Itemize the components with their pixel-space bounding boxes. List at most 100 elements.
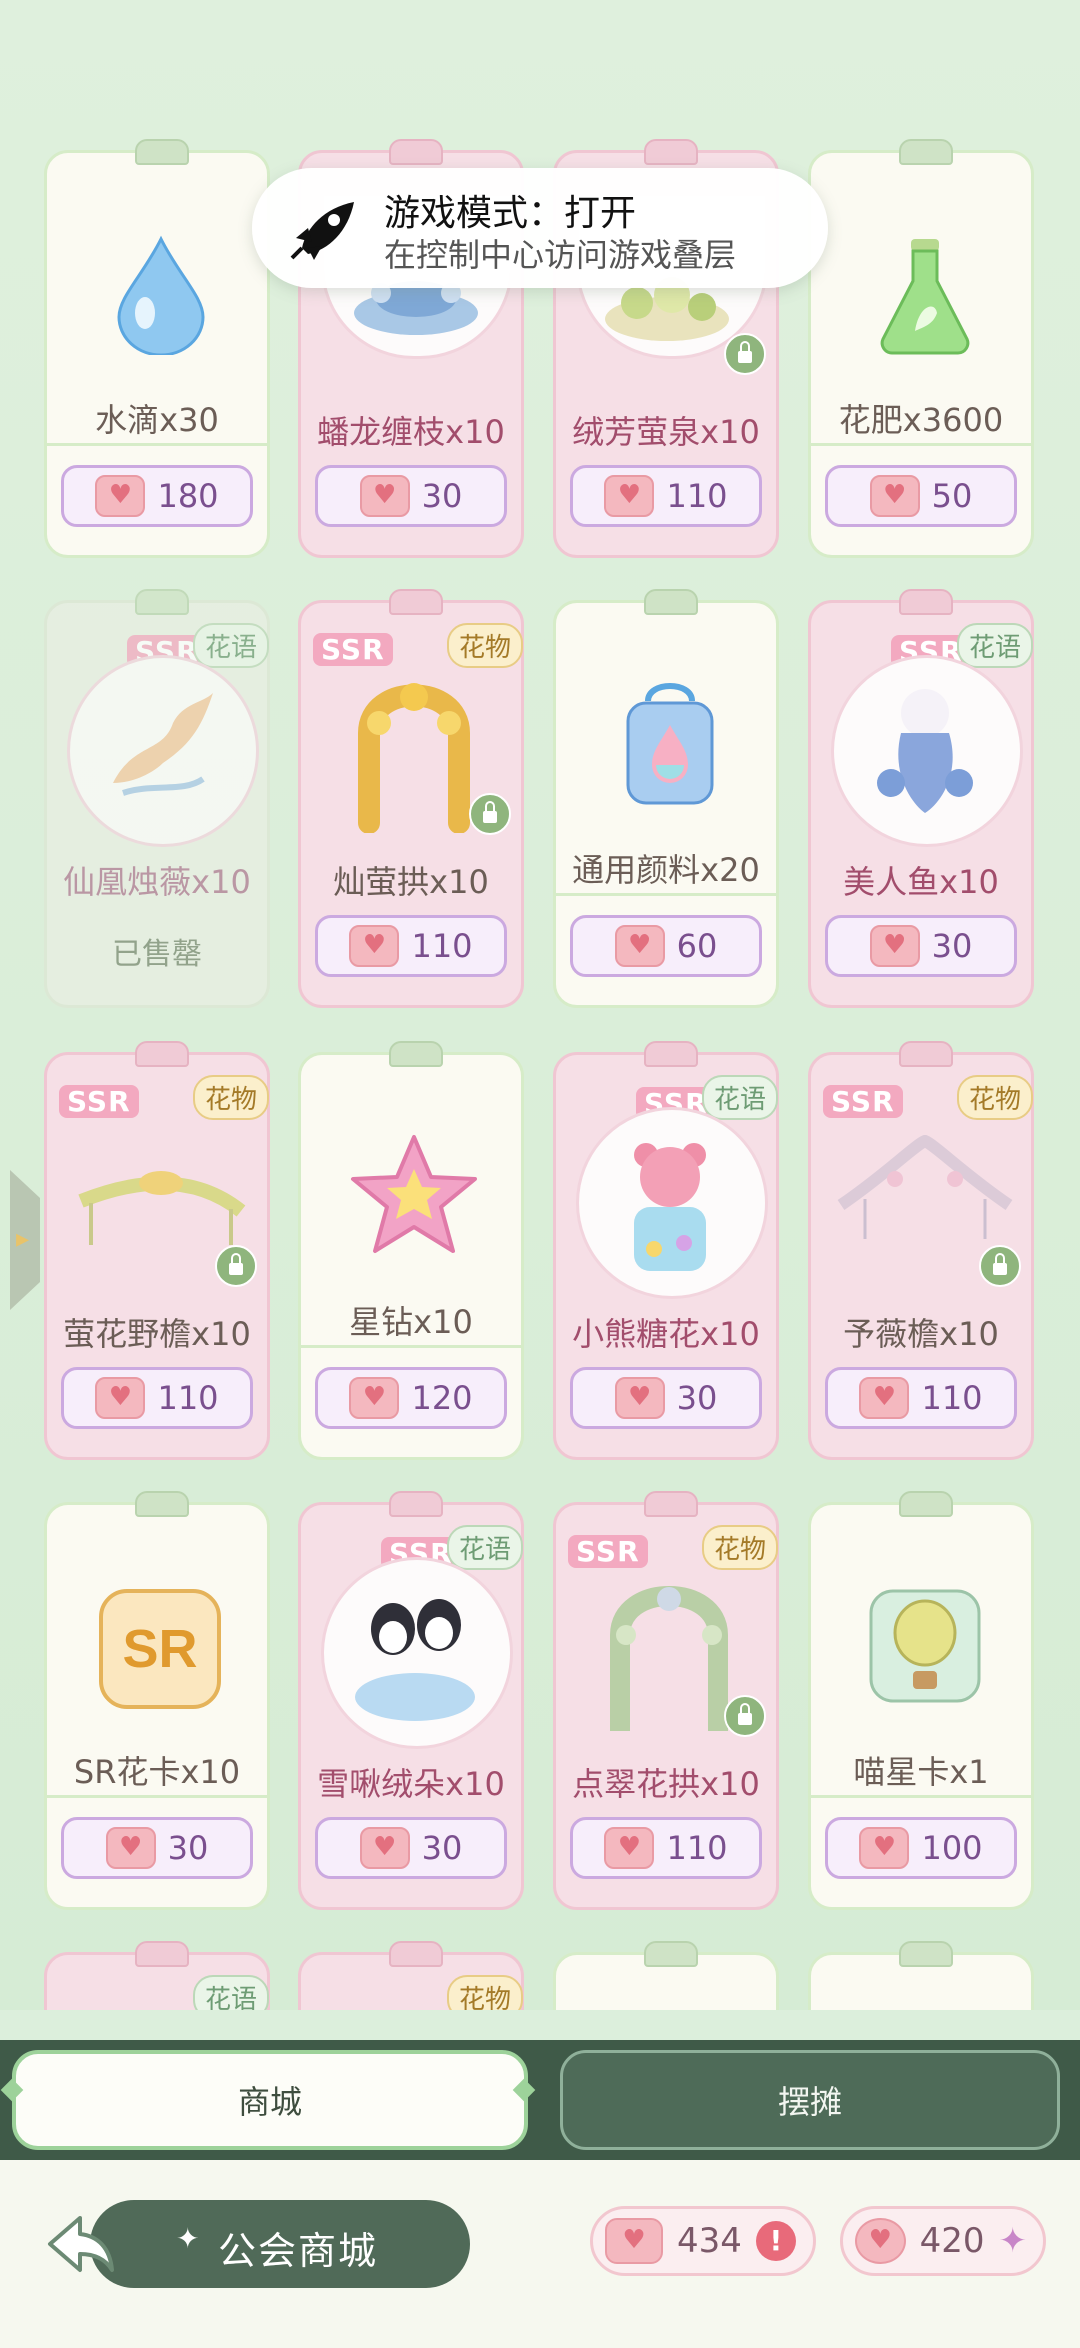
- buy-button[interactable]: 110: [61, 1367, 253, 1429]
- ssr-badge: SSR: [313, 633, 393, 666]
- heart-coin-icon: [359, 1827, 410, 1869]
- item-name: 雪啾绒朵x10: [317, 1765, 505, 1803]
- tag-badge: 花物: [192, 1075, 269, 1120]
- item-name: 蟠龙缠枝x10: [317, 413, 505, 451]
- tab-shop-label: 商城: [237, 2083, 302, 2121]
- tab-stall-label: 摆摊: [777, 2083, 842, 2121]
- side-drawer-handle[interactable]: ▸: [10, 1170, 40, 1310]
- item-name: 美人鱼x10: [843, 863, 999, 901]
- item-card[interactable]: SSR 花物 灿萤拱x10 110: [298, 589, 524, 1008]
- card-tab: [135, 1941, 189, 1967]
- item-card[interactable]: SSR 花物 点翠花拱x10 110: [553, 1491, 779, 1910]
- buy-button[interactable]: 110: [315, 915, 507, 977]
- item-card[interactable]: 星钻x10 120: [298, 1041, 524, 1460]
- flower-eaves-icon: [78, 1171, 246, 1245]
- heart-coin-icon: [859, 1827, 910, 1869]
- buy-button[interactable]: 120: [315, 1367, 507, 1429]
- currency-heart-coin[interactable]: 434 !: [590, 2206, 816, 2276]
- buy-button[interactable]: 110: [570, 1817, 762, 1879]
- card-tab: [389, 589, 443, 615]
- heart-coin-icon: [359, 475, 410, 517]
- toast-subtitle: 在控制中心访问游戏叠层: [384, 236, 737, 274]
- item-card[interactable]: 花物: [298, 1941, 524, 2010]
- buy-button[interactable]: 110: [570, 465, 762, 527]
- mermaid-icon: [877, 689, 973, 813]
- price-value: 110: [157, 1379, 219, 1417]
- ssr-badge: SSR: [59, 1085, 139, 1118]
- tag-badge: 花语: [701, 1075, 778, 1120]
- card-tab: [389, 139, 443, 165]
- price-value: 30: [676, 1379, 718, 1417]
- card-tab: [135, 1491, 189, 1517]
- buy-button[interactable]: 30: [825, 915, 1017, 977]
- card-tab: [899, 139, 953, 165]
- price-value: 30: [421, 477, 463, 515]
- buy-button[interactable]: 100: [825, 1817, 1017, 1879]
- item-name: 通用颜料x20: [572, 851, 760, 889]
- item-card[interactable]: SSR 花物 予薇檐x10 110: [808, 1041, 1034, 1460]
- heart-coin-icon: [614, 925, 665, 967]
- divider: [811, 1795, 1031, 1798]
- ssr-badge: SSR: [568, 1535, 648, 1568]
- item-card[interactable]: SSR 花物 萤花野檐x10 110: [44, 1041, 270, 1460]
- item-card[interactable]: 喵星卡x1 100: [808, 1491, 1034, 1910]
- item-card[interactable]: SSR 花语 美人鱼x10 30: [808, 589, 1034, 1008]
- game-mode-toast: 游戏模式：打开 在控制中心访问游戏叠层: [252, 168, 828, 288]
- price-value: 30: [421, 1829, 463, 1867]
- shop-grid: 水滴x30 180 蟠龙缠枝x10 30 绒芳萤泉x10 110 花肥x3600…: [0, 0, 1080, 2010]
- heart-gem-icon: [855, 2218, 906, 2264]
- green-arch-icon: [610, 1586, 728, 1731]
- tag-badge: 花语: [956, 623, 1033, 668]
- heart-coin-icon: [604, 1827, 655, 1869]
- card-tab: [644, 1041, 698, 1067]
- currency-heart-gem[interactable]: 420 ✦: [840, 2206, 1046, 2276]
- item-card[interactable]: [553, 1941, 779, 2010]
- item-card[interactable]: 水滴x30 180: [44, 139, 270, 558]
- heart-coin-icon: [105, 1827, 156, 1869]
- item-card[interactable]: [808, 1941, 1034, 2010]
- item-card[interactable]: 通用颜料x20 60: [553, 589, 779, 1008]
- info-icon[interactable]: !: [755, 2221, 796, 2261]
- item-card[interactable]: 花语: [44, 1941, 270, 2010]
- buy-button[interactable]: 60: [570, 915, 762, 977]
- item-name: 花肥x3600: [838, 401, 1004, 439]
- heart-coin-icon: [859, 1377, 910, 1419]
- back-arrow-icon[interactable]: [40, 2204, 120, 2284]
- item-name: 予薇檐x10: [843, 1315, 999, 1353]
- card-tab: [899, 1941, 953, 1967]
- currency-a-value: 434: [677, 2221, 742, 2261]
- item-card-sold-out[interactable]: SSR 花语 仙凰烛薇x10 已售罄: [44, 589, 270, 1008]
- item-card[interactable]: SSR 花语 雪啾绒朵x10 30: [298, 1491, 524, 1910]
- item-card[interactable]: SSR 花语 小熊糖花x10 30: [553, 1041, 779, 1460]
- item-name: 萤花野檐x10: [63, 1315, 251, 1353]
- buy-button[interactable]: 110: [825, 1367, 1017, 1429]
- lock-icon: [469, 793, 511, 835]
- tab-stall[interactable]: 摆摊: [560, 2050, 1060, 2150]
- card-tab: [644, 139, 698, 165]
- buy-button[interactable]: 30: [61, 1817, 253, 1879]
- price-value: 110: [411, 927, 473, 965]
- rose-eaves-icon: [837, 1135, 1013, 1239]
- buy-button[interactable]: 30: [315, 1817, 507, 1879]
- tab-shop[interactable]: 商城: [12, 2050, 528, 2150]
- buy-button[interactable]: 30: [315, 465, 507, 527]
- star-diamond-icon: [351, 1135, 477, 1253]
- buy-button[interactable]: 180: [61, 465, 253, 527]
- item-card[interactable]: SR SR花卡x10 30: [44, 1491, 270, 1910]
- price-value: 120: [411, 1379, 473, 1417]
- card-tab: [135, 1041, 189, 1067]
- tag-badge: 花语: [446, 1525, 523, 1570]
- card-tab: [389, 1491, 443, 1517]
- item-card[interactable]: 花肥x3600 50: [808, 139, 1034, 558]
- heart-coin-icon: [869, 925, 920, 967]
- price-value: 30: [167, 1829, 209, 1867]
- sold-out-label: 已售罄: [112, 937, 202, 972]
- buy-button[interactable]: 50: [825, 465, 1017, 527]
- paint-jar-icon: [626, 683, 714, 805]
- currency-b-value: 420: [919, 2221, 985, 2261]
- card-tab: [389, 1041, 443, 1067]
- divider: [301, 1345, 521, 1348]
- buy-button[interactable]: 30: [570, 1367, 762, 1429]
- heart-coin-icon: [95, 1377, 146, 1419]
- plus-sparkle-icon[interactable]: ✦: [999, 2221, 1028, 2261]
